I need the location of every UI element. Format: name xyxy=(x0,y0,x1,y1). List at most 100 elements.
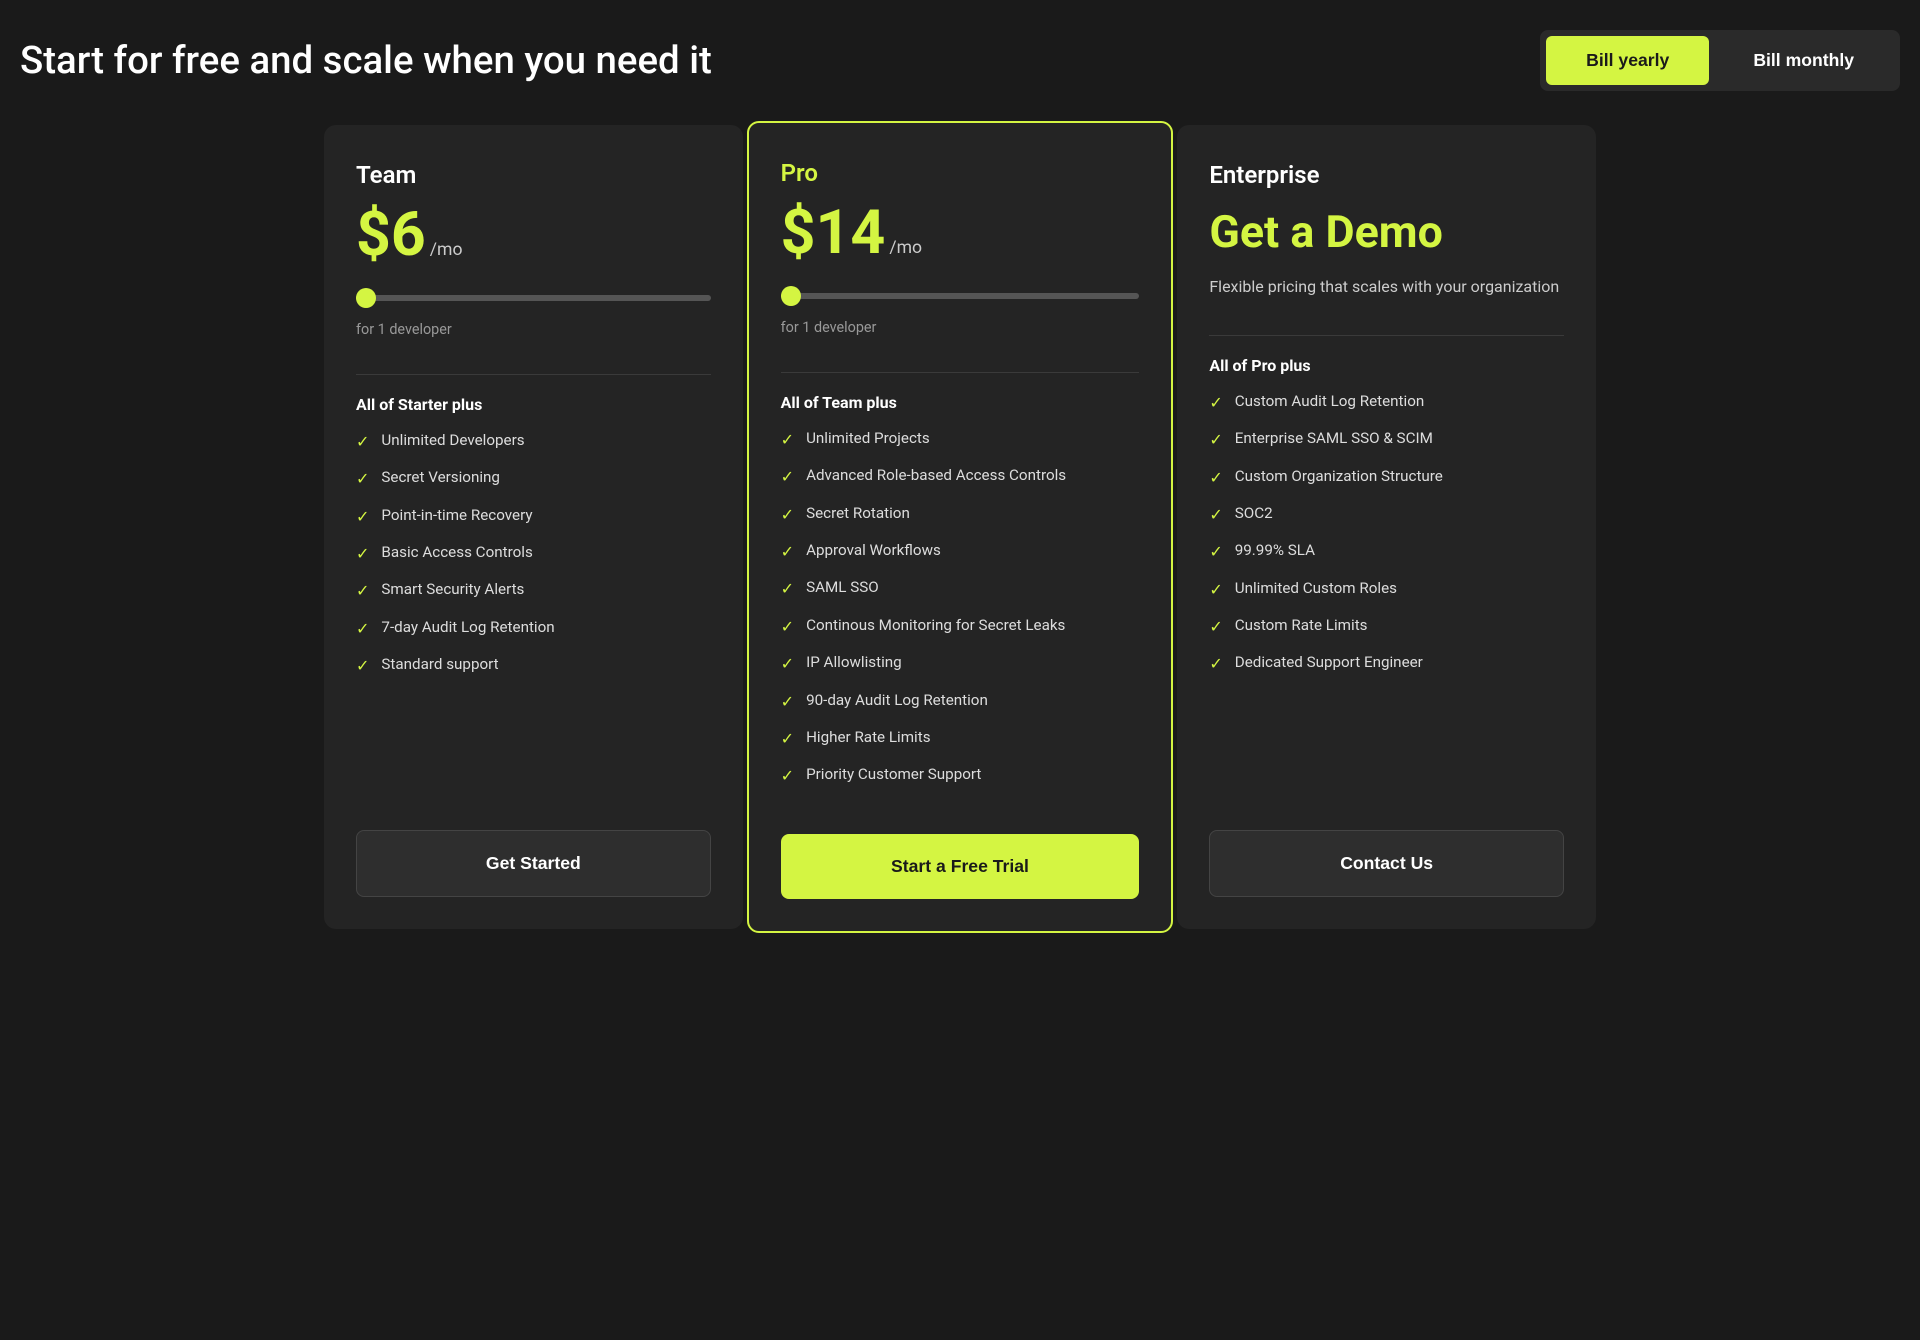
team-feature-5: 7-day Audit Log Retention xyxy=(381,617,554,638)
check-icon: ✓ xyxy=(1209,541,1222,563)
team-developer-slider[interactable] xyxy=(356,295,711,301)
pro-feature-7: 90-day Audit Log Retention xyxy=(806,690,988,711)
list-item: ✓ Unlimited Projects xyxy=(781,428,1140,451)
pro-divider xyxy=(781,372,1140,373)
check-icon: ✓ xyxy=(781,653,794,675)
team-price-amount: $6 xyxy=(356,205,426,266)
check-icon: ✓ xyxy=(781,541,794,563)
list-item: ✓Secret Rotation xyxy=(781,503,1140,526)
list-item: ✓ Custom Organization Structure xyxy=(1209,466,1564,489)
enterprise-description: Flexible pricing that scales with your o… xyxy=(1209,275,1564,299)
pro-slider-container[interactable] xyxy=(781,284,1140,303)
enterprise-feature-0: Custom Audit Log Retention xyxy=(1235,391,1425,412)
pro-features-heading: All of Team plus xyxy=(781,393,1140,412)
enterprise-feature-6: Custom Rate Limits xyxy=(1235,615,1368,636)
check-icon: ✓ xyxy=(1209,504,1222,526)
list-item: ✓ Custom Rate Limits xyxy=(1209,615,1564,638)
pro-feature-0: Unlimited Projects xyxy=(806,428,930,449)
team-features-heading: All of Starter plus xyxy=(356,395,711,414)
check-icon: ✓ xyxy=(356,543,369,565)
page-header: Start for free and scale when you need i… xyxy=(20,30,1900,91)
enterprise-cta-button[interactable]: Contact Us xyxy=(1209,830,1564,897)
list-item: ✓Standard support xyxy=(356,654,711,677)
list-item: ✓ Unlimited Developers xyxy=(356,430,711,453)
pro-plan-name: Pro xyxy=(781,159,1140,187)
page-title: Start for free and scale when you need i… xyxy=(20,38,1520,83)
check-icon: ✓ xyxy=(356,580,369,602)
check-icon: ✓ xyxy=(781,466,794,488)
pro-developer-slider[interactable] xyxy=(781,293,1140,299)
check-icon: ✓ xyxy=(1209,579,1222,601)
team-feature-4: Smart Security Alerts xyxy=(381,579,524,600)
pro-features-list: ✓ Unlimited Projects ✓ Advanced Role-based… xyxy=(781,428,1140,802)
check-icon: ✓ xyxy=(1209,429,1222,451)
check-icon: ✓ xyxy=(1209,616,1222,638)
check-icon: ✓ xyxy=(1209,392,1222,414)
enterprise-feature-7: Dedicated Support Engineer xyxy=(1235,652,1423,673)
pro-feature-6: IP Allowlisting xyxy=(806,652,902,673)
list-item: ✓ SAML SSO xyxy=(781,577,1140,600)
list-item: ✓ SOC2 xyxy=(1209,503,1564,526)
team-slider-label: for 1 developer xyxy=(356,321,711,338)
pro-feature-8: Higher Rate Limits xyxy=(806,727,931,748)
check-icon: ✓ xyxy=(781,691,794,713)
enterprise-divider xyxy=(1209,335,1564,336)
check-icon: ✓ xyxy=(356,431,369,453)
list-item: ✓ Point-in-time Recovery xyxy=(356,505,711,528)
enterprise-features-heading: All of Pro plus xyxy=(1209,356,1564,375)
pro-price-period: /mo xyxy=(889,238,922,258)
list-item: ✓ Higher Rate Limits xyxy=(781,727,1140,750)
team-price-period: /mo xyxy=(430,240,463,260)
list-item: ✓ Smart Security Alerts xyxy=(356,579,711,602)
bill-yearly-button[interactable]: Bill yearly xyxy=(1546,36,1709,85)
team-feature-0: Unlimited Developers xyxy=(381,430,524,451)
bill-monthly-button[interactable]: Bill monthly xyxy=(1713,36,1894,85)
check-icon: ✓ xyxy=(781,504,794,526)
list-item: ✓ 90-day Audit Log Retention xyxy=(781,690,1140,713)
list-item: ✓ Unlimited Custom Roles xyxy=(1209,578,1564,601)
enterprise-feature-5: Unlimited Custom Roles xyxy=(1235,578,1397,599)
list-item: ✓Secret Versioning xyxy=(356,467,711,490)
check-icon: ✓ xyxy=(1209,467,1222,489)
pro-plan-card: Pro $14 /mo for 1 developer All of Team … xyxy=(747,121,1174,933)
list-item: ✓ Custom Audit Log Retention xyxy=(1209,391,1564,414)
list-item: ✓99.99% SLA xyxy=(1209,540,1564,563)
team-divider xyxy=(356,374,711,375)
check-icon: ✓ xyxy=(356,618,369,640)
list-item: ✓ Priority Customer Support xyxy=(781,764,1140,787)
list-item: ✓Dedicated Support Engineer xyxy=(1209,652,1564,675)
enterprise-feature-2: Custom Organization Structure xyxy=(1235,466,1443,487)
pro-feature-5: Continous Monitoring for Secret Leaks xyxy=(806,615,1065,636)
check-icon: ✓ xyxy=(781,616,794,638)
team-cta-button[interactable]: Get Started xyxy=(356,830,711,897)
enterprise-plan-card: Enterprise Get a Demo Flexible pricing t… xyxy=(1177,125,1596,929)
list-item: ✓ Approval Workflows xyxy=(781,540,1140,563)
team-plan-name: Team xyxy=(356,161,711,189)
team-feature-6: Standard support xyxy=(381,654,498,675)
pro-feature-9: Priority Customer Support xyxy=(806,764,981,785)
billing-toggle: Bill yearly Bill monthly xyxy=(1540,30,1900,91)
team-feature-1: Secret Versioning xyxy=(381,467,500,488)
pro-feature-4: SAML SSO xyxy=(806,577,879,598)
team-features-list: ✓Unlimited Developers ✓Secret Versioning… xyxy=(356,430,711,798)
list-item: ✓Basic Access Controls xyxy=(356,542,711,565)
check-icon: ✓ xyxy=(356,506,369,528)
plans-container: Team $6 /mo for 1 developer All of Start… xyxy=(320,121,1600,933)
list-item: ✓ Advanced Role-based Access Controls xyxy=(781,465,1140,488)
pro-price-row: $14 /mo xyxy=(781,203,1140,264)
check-icon: ✓ xyxy=(781,578,794,600)
pro-cta-button[interactable]: Start a Free Trial xyxy=(781,834,1140,899)
enterprise-plan-name: Enterprise xyxy=(1209,161,1564,189)
pro-slider-label: for 1 developer xyxy=(781,319,1140,336)
team-slider-container[interactable] xyxy=(356,286,711,305)
check-icon: ✓ xyxy=(781,728,794,750)
team-price-row: $6 /mo xyxy=(356,205,711,266)
check-icon: ✓ xyxy=(781,429,794,451)
enterprise-features-list: ✓Custom Audit Log Retention ✓Enterprise … xyxy=(1209,391,1564,798)
enterprise-feature-3: SOC2 xyxy=(1235,503,1273,524)
pro-feature-3: Approval Workflows xyxy=(806,540,941,561)
pro-feature-1: Advanced Role-based Access Controls xyxy=(806,465,1066,486)
check-icon: ✓ xyxy=(781,765,794,787)
team-feature-2: Point-in-time Recovery xyxy=(381,505,532,526)
list-item: ✓ IP Allowlisting xyxy=(781,652,1140,675)
